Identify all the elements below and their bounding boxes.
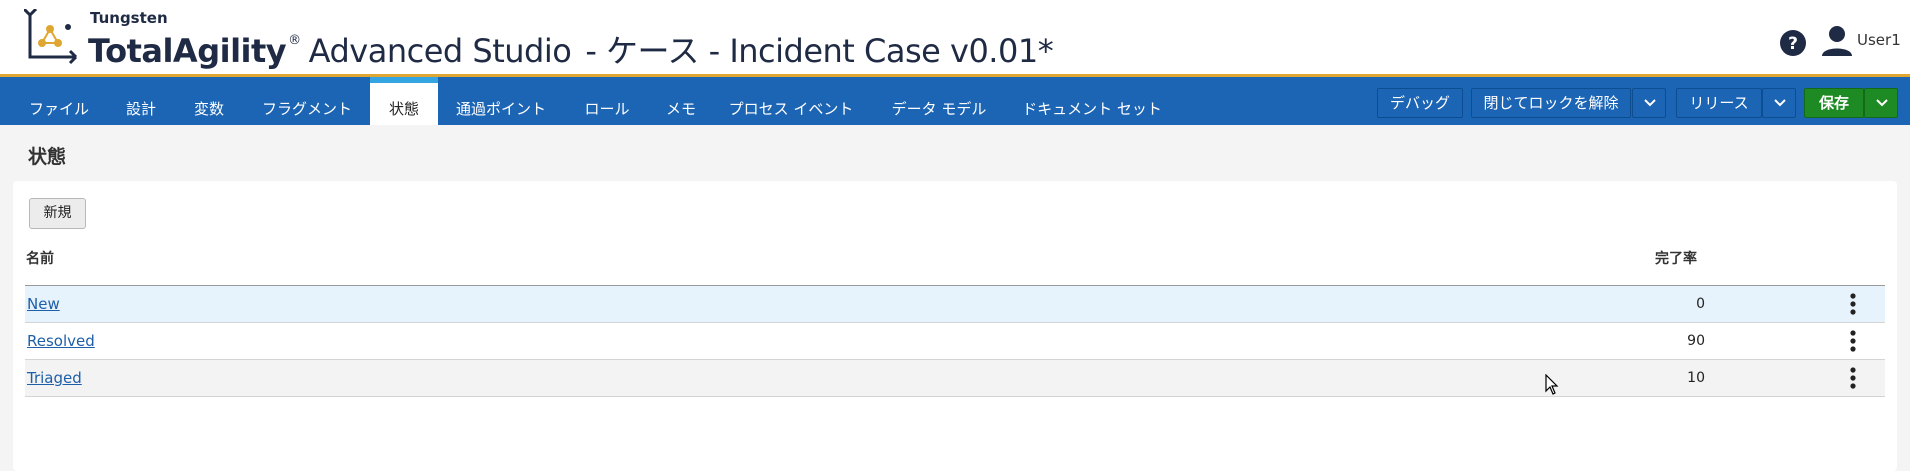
completion-value: 90 bbox=[1687, 333, 1705, 349]
table-row[interactable]: New 0 bbox=[25, 286, 1885, 323]
tab-data-model[interactable]: データ モデル bbox=[874, 77, 1004, 125]
table-row[interactable]: Triaged 10 bbox=[25, 360, 1885, 397]
table-row[interactable]: Resolved 90 bbox=[25, 323, 1885, 360]
case-title: - ケース - Incident Case v0.01* bbox=[585, 32, 1054, 70]
tab-document-sets[interactable]: ドキュメント セット bbox=[1010, 77, 1174, 125]
close-unlock-button[interactable]: 閉じてロックを解除 bbox=[1471, 88, 1631, 118]
more-options-icon[interactable] bbox=[1849, 293, 1857, 315]
column-header-name[interactable]: 名前 bbox=[26, 248, 54, 268]
app-header: Tungsten TotalAgility ® Advanced Studio - ケ… bbox=[0, 0, 1910, 77]
mouse-cursor-icon bbox=[1545, 374, 1559, 395]
chevron-down-icon bbox=[1774, 99, 1786, 107]
tab-file[interactable]: ファイル bbox=[14, 77, 104, 125]
close-unlock-dropdown[interactable] bbox=[1632, 88, 1666, 118]
tab-process-events[interactable]: プロセス イベント bbox=[716, 77, 866, 125]
app-title: TotalAgility ® Advanced Studio - ケース - Inci… bbox=[88, 26, 1054, 72]
chevron-down-icon bbox=[1644, 99, 1656, 107]
chevron-down-icon bbox=[1876, 99, 1888, 107]
tab-variables[interactable]: 変数 bbox=[176, 77, 242, 125]
tab-notes[interactable]: メモ bbox=[652, 77, 710, 125]
more-options-icon[interactable] bbox=[1849, 367, 1857, 389]
tungsten-logo-icon bbox=[24, 9, 78, 65]
page-title: 状態 bbox=[28, 146, 67, 168]
brand-name: TotalAgility bbox=[88, 32, 287, 70]
completion-value: 0 bbox=[1696, 296, 1705, 312]
completion-value: 10 bbox=[1687, 370, 1705, 386]
state-name-link[interactable]: Triaged bbox=[27, 369, 82, 387]
state-name-link[interactable]: Resolved bbox=[27, 332, 95, 350]
tab-fragments[interactable]: フラグメント bbox=[250, 77, 364, 125]
state-name-link[interactable]: New bbox=[27, 295, 60, 313]
brand-product: Advanced Studio bbox=[308, 32, 572, 70]
release-dropdown[interactable] bbox=[1762, 88, 1796, 118]
more-options-icon[interactable] bbox=[1849, 330, 1857, 352]
debug-button[interactable]: デバッグ bbox=[1377, 88, 1463, 118]
tab-design[interactable]: 設計 bbox=[108, 77, 174, 125]
new-state-button[interactable]: 新規 bbox=[29, 198, 86, 229]
tab-roles[interactable]: ロール bbox=[568, 77, 646, 125]
user-name[interactable]: User1 bbox=[1857, 31, 1901, 49]
svg-text:?: ? bbox=[1788, 34, 1798, 54]
column-header-completion[interactable]: 完了率 bbox=[1655, 248, 1697, 268]
registered-mark: ® bbox=[288, 33, 301, 48]
save-button[interactable]: 保存 bbox=[1804, 88, 1864, 118]
user-icon[interactable] bbox=[1820, 24, 1854, 58]
release-button[interactable]: リリース bbox=[1676, 88, 1762, 118]
brand-tungsten: Tungsten bbox=[90, 9, 168, 27]
tab-states[interactable]: 状態 bbox=[370, 77, 438, 125]
help-icon[interactable]: ? bbox=[1779, 29, 1807, 57]
save-dropdown[interactable] bbox=[1864, 88, 1898, 118]
tab-milestones[interactable]: 通過ポイント bbox=[442, 77, 560, 125]
